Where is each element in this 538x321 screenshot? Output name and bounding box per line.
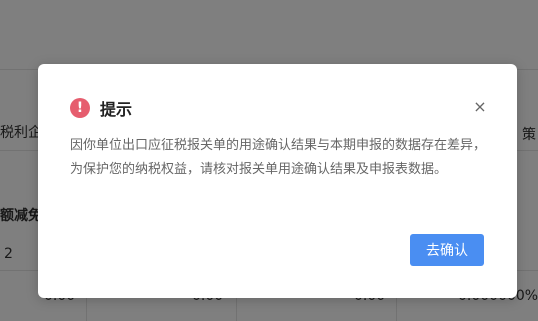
confirm-button[interactable]: 去确认 [410,234,484,266]
dialog-message: 因你单位出口应征税报关单的用途确认结果与本期申报的数据存在差异，为保护您的纳税权… [70,138,487,177]
warning-icon: ! [70,98,90,118]
dialog-title: 提示 [100,100,133,119]
prompt-dialog: ! 提示 × 因你单位出口应征税报关单的用途确认结果与本期申报的数据存在差异，为… [38,64,517,298]
dialog-header: ! 提示 [70,96,132,120]
close-icon[interactable]: × [471,98,489,116]
